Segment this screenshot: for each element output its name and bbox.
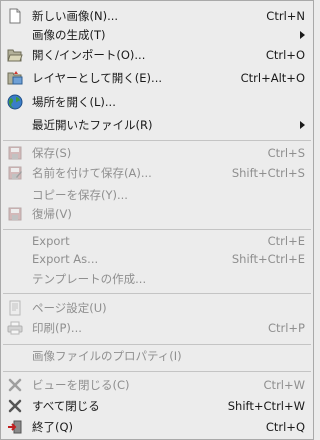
menu-item-close-all[interactable]: すべて閉じる Shift+Ctrl+W: [1, 395, 313, 417]
menu-item-label: ページ設定(U): [32, 301, 107, 315]
menu-separator: [3, 371, 311, 372]
revert-icon: [7, 206, 23, 222]
menu-item-label: 場所を開く(L)...: [32, 95, 116, 109]
menu-item-label: 印刷(P)...: [32, 321, 82, 335]
menu-item-image-properties[interactable]: 画像ファイルのプロパティ(I): [1, 345, 313, 367]
close-all-icon: [7, 398, 23, 414]
menu-item-shortcut: Ctrl+W: [263, 378, 305, 392]
menu-item-shortcut: Ctrl+O: [265, 48, 305, 62]
menu-item-label: レイヤーとして開く(E)...: [32, 71, 163, 85]
page-setup-icon: [7, 300, 23, 316]
menu-item-close-view[interactable]: ビューを閉じる(C) Ctrl+W: [1, 374, 313, 396]
new-document-icon: [7, 8, 23, 24]
menu-item-shortcut: Ctrl+S: [267, 146, 305, 160]
menu-item-label: ビューを閉じる(C): [32, 378, 130, 392]
menu-item-shortcut: Ctrl+Alt+O: [240, 71, 305, 85]
menu-item-page-setup[interactable]: ページ設定(U): [1, 297, 313, 319]
menu-item-open-recent[interactable]: 最近開いたファイル(R): [1, 114, 313, 136]
folder-open-icon: [7, 47, 23, 63]
menu-item-label: 復帰(V): [32, 207, 72, 221]
menu-item-create-template[interactable]: テンプレートの作成...: [1, 268, 313, 290]
menu-item-shortcut: Shift+Ctrl+W: [227, 399, 305, 413]
submenu-arrow-icon: [300, 31, 305, 39]
menu-item-shortcut: Ctrl+Q: [265, 420, 305, 434]
printer-icon: [7, 320, 23, 336]
menu-item-export-as[interactable]: Export As... Shift+Ctrl+E: [1, 248, 313, 270]
menu-item-open-as-layers[interactable]: レイヤーとして開く(E)... Ctrl+Alt+O: [1, 67, 313, 89]
menu-item-save-as[interactable]: 名前を付けて保存(A)... Shift+Ctrl+S: [1, 162, 313, 184]
menu-item-label: 保存(S): [32, 146, 72, 160]
menu-separator: [3, 140, 311, 141]
save-as-icon: [7, 165, 23, 181]
menu-item-label: 画像ファイルのプロパティ(I): [32, 349, 182, 363]
menu-item-revert[interactable]: 復帰(V): [1, 203, 313, 225]
menu-item-shortcut: Shift+Ctrl+S: [231, 166, 305, 180]
quit-icon: [7, 419, 23, 435]
menu-item-label: 名前を付けて保存(A)...: [32, 166, 152, 180]
menu-item-print[interactable]: 印刷(P)... Ctrl+P: [1, 317, 313, 339]
menu-item-label: テンプレートの作成...: [32, 272, 147, 286]
menu-item-label: Export As...: [32, 252, 99, 266]
menu-item-quit[interactable]: 終了(Q) Ctrl+Q: [1, 416, 313, 438]
globe-icon: [7, 94, 23, 110]
menu-separator: [3, 293, 311, 294]
menu-item-label: すべて閉じる: [32, 399, 100, 413]
menu-item-shortcut: Ctrl+P: [267, 321, 305, 335]
menu-item-label: 終了(Q): [32, 420, 74, 434]
layers-open-icon: [7, 70, 23, 86]
file-menu: 新しい画像(N)... Ctrl+N 画像の生成(T) 開く/インポート(O).…: [0, 0, 314, 440]
menu-item-label: 最近開いたファイル(R): [32, 118, 153, 132]
save-icon: [7, 145, 23, 161]
close-icon: [7, 377, 23, 393]
menu-item-label: 開く/インポート(O)...: [32, 48, 146, 62]
menu-item-create[interactable]: 画像の生成(T): [1, 24, 313, 46]
menu-item-shortcut: Shift+Ctrl+E: [231, 252, 305, 266]
menu-item-open[interactable]: 開く/インポート(O)... Ctrl+O: [1, 44, 313, 66]
menu-item-label: 画像の生成(T): [32, 28, 106, 42]
submenu-arrow-icon: [300, 121, 305, 129]
menu-item-save[interactable]: 保存(S) Ctrl+S: [1, 142, 313, 164]
menu-item-open-location[interactable]: 場所を開く(L)...: [1, 91, 313, 113]
